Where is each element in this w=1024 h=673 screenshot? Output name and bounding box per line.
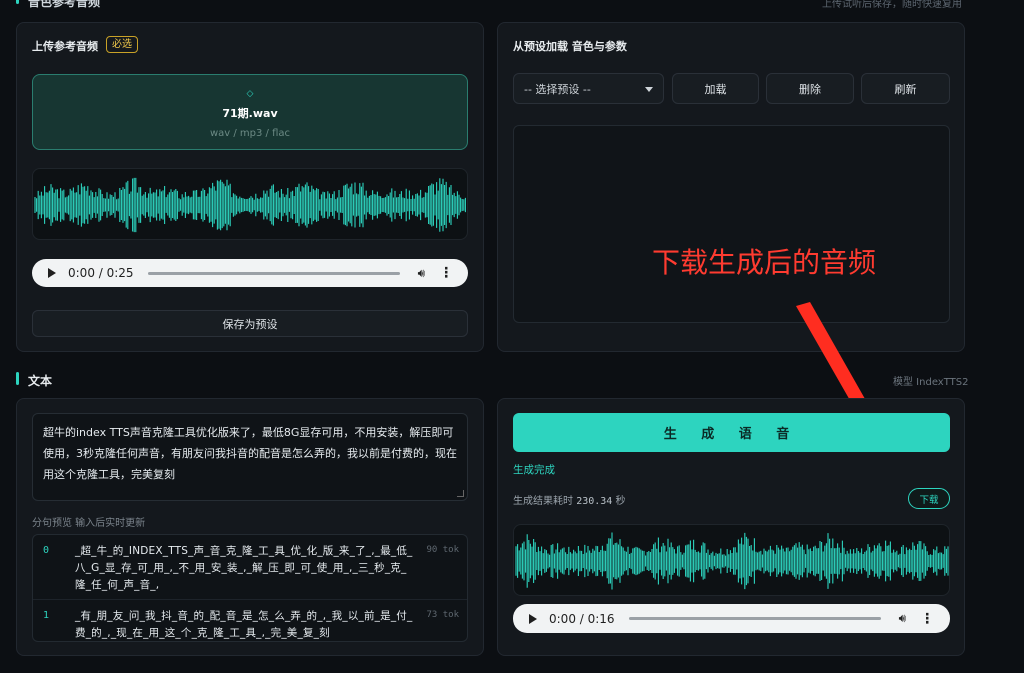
segment-preview-label: 分句预览 输入后实时更新: [32, 518, 146, 529]
upload-format-hint: wav / mp3 / flac: [209, 128, 291, 139]
generate-speech-button[interactable]: 生 成 语 音: [513, 413, 950, 452]
play-icon[interactable]: [48, 268, 56, 278]
segment-index: 1: [43, 610, 50, 621]
elapsed-unit: 秒: [615, 496, 626, 507]
upload-dropzone[interactable]: ◇ 71期.wav wav / mp3 / flac: [32, 74, 468, 150]
section-accent-bar: [16, 372, 19, 385]
result-audio-player[interactable]: 0:00 / 0:16 🔊︎ ⋮: [513, 604, 950, 633]
volume-icon[interactable]: 🔊︎: [899, 611, 907, 626]
chevron-down-icon: [645, 87, 653, 92]
segment-text: _有_朋_友_问_我_抖_音_的_配_音_是_怎_么_弄_的_,_我_以_前_是…: [75, 610, 413, 639]
generation-status: 生成完成: [513, 464, 555, 476]
uploaded-file-name: 71期.wav: [222, 107, 278, 120]
delete-preset-button[interactable]: 删除: [766, 73, 854, 104]
preset-select-value: -- 选择预设 --: [524, 82, 591, 96]
generation-result-info: 生成结果耗时 230.34 秒: [513, 492, 626, 507]
result-label: 生成结果: [513, 496, 553, 507]
section-hint: 上传试听后保存，随时快速复用: [822, 0, 962, 10]
audio-time: 0:00 / 0:25: [68, 266, 134, 280]
more-options-icon[interactable]: ⋮: [439, 266, 453, 280]
section-accent-bar: [16, 0, 19, 4]
segment-index: 0: [43, 545, 50, 556]
volume-icon[interactable]: 🔊︎: [418, 266, 426, 281]
play-icon[interactable]: [529, 613, 537, 624]
load-preset-button[interactable]: 加载: [672, 73, 759, 104]
download-button[interactable]: 下载: [908, 488, 950, 509]
segment-list: 0 _超_牛_的_INDEX_TTS_声_音_克_隆_工_具_优_化_版_来_了…: [32, 534, 468, 642]
section-title-reference-audio: 音色参考音频: [28, 0, 101, 9]
preset-content-area: [513, 125, 950, 323]
upload-card-title: 上传参考音频: [32, 40, 98, 53]
preset-card-title: 从预设加载 音色与参数: [513, 40, 627, 53]
model-label: 模型 IndexTTS2: [893, 377, 969, 388]
preset-select[interactable]: -- 选择预设 --: [513, 73, 664, 104]
text-input[interactable]: 超牛的index TTS声音克隆工具优化版来了，最低8G显存可用，不用安装，解压…: [32, 413, 468, 501]
segment-token-count: 90 tok: [426, 545, 459, 555]
elapsed-label: 耗时: [553, 496, 573, 507]
section-title-text: 文本: [28, 374, 53, 388]
result-waveform[interactable]: [513, 524, 950, 596]
segment-token-count: 73 tok: [426, 610, 459, 620]
audio-time: 0:00 / 0:16: [549, 611, 615, 626]
more-options-icon[interactable]: ⋮: [920, 612, 934, 626]
reference-waveform-graphic: [34, 177, 466, 233]
segment-row: 0 _超_牛_的_INDEX_TTS_声_音_克_隆_工_具_优_化_版_来_了…: [33, 535, 467, 600]
save-as-preset-button[interactable]: 保存为预设: [32, 310, 468, 337]
file-icon: ◇: [246, 89, 254, 99]
text-input-value: 超牛的index TTS声音克隆工具优化版来了，最低8G显存可用，不用安装，解压…: [43, 426, 457, 481]
resize-handle-icon[interactable]: [457, 490, 464, 497]
elapsed-value: 230.34: [576, 496, 613, 507]
reference-audio-player[interactable]: 0:00 / 0:25 🔊︎ ⋮: [32, 259, 468, 287]
audio-seek-bar[interactable]: [628, 617, 881, 620]
result-waveform-graphic: [515, 532, 949, 590]
segment-text: _超_牛_的_INDEX_TTS_声_音_克_隆_工_具_优_化_版_来_了_,…: [75, 545, 413, 591]
annotation-text: 下载生成后的音频: [652, 246, 877, 279]
audio-seek-bar[interactable]: [147, 271, 400, 275]
refresh-preset-button[interactable]: 刷新: [861, 73, 950, 104]
required-badge: 必选: [106, 36, 138, 53]
reference-waveform[interactable]: [32, 168, 468, 240]
segment-row: 1 _有_朋_友_问_我_抖_音_的_配_音_是_怎_么_弄_的_,_我_以_前…: [33, 600, 467, 641]
